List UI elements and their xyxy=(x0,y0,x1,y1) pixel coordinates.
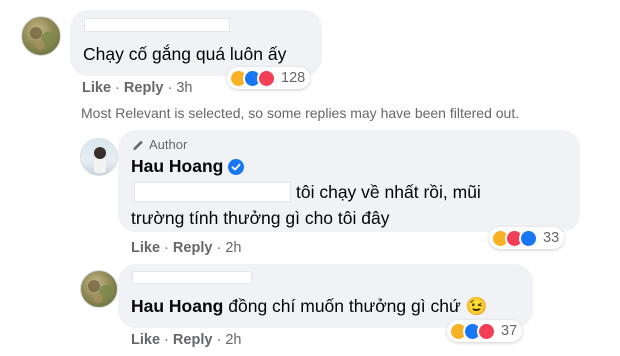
reply-text-line1: tôi chạy về nhất rồi, mũi xyxy=(296,182,481,202)
reply-button[interactable]: Reply xyxy=(124,80,164,96)
reaction-count: 37 xyxy=(501,323,518,339)
separator: · xyxy=(167,80,173,96)
reply-actions: Like · Reply · 2h xyxy=(131,332,241,348)
author-name-row: Hau Hoang xyxy=(131,156,245,177)
like-button[interactable]: Like xyxy=(82,80,111,96)
timestamp[interactable]: 2h xyxy=(225,240,241,256)
love-reaction-icon xyxy=(257,68,276,88)
reaction-summary[interactable]: 37 xyxy=(447,320,523,342)
like-button[interactable]: Like xyxy=(131,332,160,348)
separator: · xyxy=(164,240,169,256)
wink-emoji: 😉 xyxy=(465,296,488,316)
reply-text: Hau Hoang đồng chí muốn thưởng gì chứ 😉 xyxy=(131,292,487,320)
reply-button[interactable]: Reply xyxy=(173,240,213,256)
redacted-commenter-name xyxy=(132,271,252,284)
commenter-avatar[interactable] xyxy=(21,16,61,56)
separator: · xyxy=(164,332,169,348)
reply-button[interactable]: Reply xyxy=(173,332,213,348)
love-reaction-icon xyxy=(477,321,496,341)
filter-note: Most Relevant is selected, so some repli… xyxy=(81,105,520,121)
author-badge-label: Author xyxy=(149,137,188,152)
comment-actions: Like · Reply · 3h xyxy=(82,80,192,96)
avatar-image xyxy=(94,147,106,173)
author-name[interactable]: Hau Hoang xyxy=(131,156,223,177)
reply-actions: Like · Reply · 2h xyxy=(131,240,241,256)
reaction-summary[interactable]: 128 xyxy=(227,67,311,89)
reaction-summary[interactable]: 33 xyxy=(489,227,565,249)
separator: · xyxy=(216,240,222,256)
pencil-icon xyxy=(133,140,143,151)
reply-bubble: Author Hau Hoang tôi chạy về nhất rồi, m… xyxy=(118,130,580,232)
commenter-avatar[interactable] xyxy=(80,270,118,308)
redacted-mention xyxy=(134,182,291,202)
mention-link[interactable]: Hau Hoang xyxy=(131,296,223,316)
separator: · xyxy=(216,332,222,348)
verified-badge-icon xyxy=(228,158,245,175)
redacted-commenter-name xyxy=(84,18,230,32)
timestamp[interactable]: 2h xyxy=(225,332,241,348)
reaction-count: 33 xyxy=(543,230,560,246)
author-badge: Author xyxy=(131,137,187,152)
timestamp[interactable]: 3h xyxy=(176,80,192,96)
comment-text: Chạy cố gắng quá luôn ấy xyxy=(83,44,287,64)
avatar-image xyxy=(30,27,55,50)
reply-text-line2: trường tính thưởng gì cho tôi đây xyxy=(131,208,390,228)
like-reaction-icon xyxy=(519,228,538,248)
reply-bubble: Hau Hoang đồng chí muốn thưởng gì chứ 😉 xyxy=(118,264,533,328)
author-avatar[interactable] xyxy=(80,138,118,176)
separator: · xyxy=(115,80,120,96)
avatar-image xyxy=(88,280,113,303)
reaction-count: 128 xyxy=(281,70,306,86)
reply-text-body: đồng chí muốn thưởng gì chứ xyxy=(228,296,461,316)
like-button[interactable]: Like xyxy=(131,240,160,256)
